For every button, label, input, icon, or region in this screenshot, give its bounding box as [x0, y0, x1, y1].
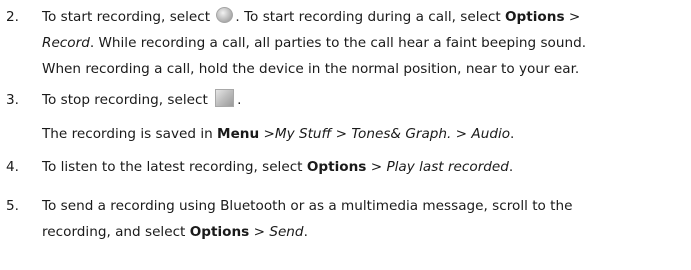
step-number: 4.: [6, 159, 19, 175]
saved-location-note: The recording is saved in Menu >My Stuff…: [42, 123, 514, 145]
text: To stop recording, select: [42, 92, 213, 108]
text: . While recording a call, all parties to…: [89, 35, 587, 51]
text: To listen to the latest recording, selec…: [42, 159, 307, 175]
step-text: To start recording, select . To start re…: [42, 6, 687, 84]
menu-label: Menu: [217, 126, 260, 142]
record-menu-item: Record: [42, 35, 90, 51]
text: .: [237, 92, 242, 108]
text: recording, and select: [42, 224, 190, 240]
step-number: 2.: [6, 9, 19, 25]
step-text: To send a recording using Bluetooth or a…: [42, 195, 687, 247]
text: .: [510, 126, 515, 142]
step-4-line: To listen to the latest recording, selec…: [42, 156, 687, 182]
step-text: To listen to the latest recording, selec…: [42, 156, 687, 182]
text: .: [508, 159, 514, 175]
play-last-recorded-item: Play last recorded: [386, 159, 509, 175]
step-text: To stop recording, select .: [42, 89, 687, 115]
send-item: Send: [269, 224, 304, 240]
separator: >: [259, 126, 275, 142]
text: To start recording, select: [42, 9, 215, 25]
audio-item: Audio: [471, 126, 511, 142]
instructions-document: 2. To start recording, select . To start…: [0, 0, 691, 270]
separator: >: [366, 159, 387, 175]
options-label: Options: [306, 159, 367, 175]
text: When recording a call, hold the device i…: [42, 61, 580, 77]
record-circle-icon: [216, 7, 234, 23]
options-label: Options: [504, 9, 565, 25]
separator: >: [249, 224, 270, 240]
step-2-line-2: Record. While recording a call, all part…: [42, 32, 687, 58]
separator: >: [451, 126, 472, 142]
step-5-line-1: To send a recording using Bluetooth or a…: [42, 195, 687, 221]
text: . To start recording during a call, sele…: [235, 9, 505, 25]
step-2-line-3: When recording a call, hold the device i…: [42, 58, 687, 84]
step-number: 5.: [6, 198, 19, 214]
step-5-line-2: recording, and select Options > Send.: [42, 221, 687, 247]
step-3-line: To stop recording, select .: [42, 89, 687, 115]
text: The recording is saved in: [42, 126, 218, 142]
separator: >: [564, 9, 581, 25]
step-2-line-1: To start recording, select . To start re…: [42, 6, 687, 32]
options-label: Options: [189, 224, 250, 240]
separator: >: [331, 126, 352, 142]
stop-square-icon: [215, 89, 235, 107]
step-number: 3.: [6, 92, 19, 108]
my-stuff-item: My Stuff: [274, 126, 332, 142]
tones-graph-item: Tones& Graph.: [351, 126, 452, 142]
text: .: [303, 224, 308, 240]
text: To send a recording using Bluetooth or a…: [42, 198, 573, 214]
